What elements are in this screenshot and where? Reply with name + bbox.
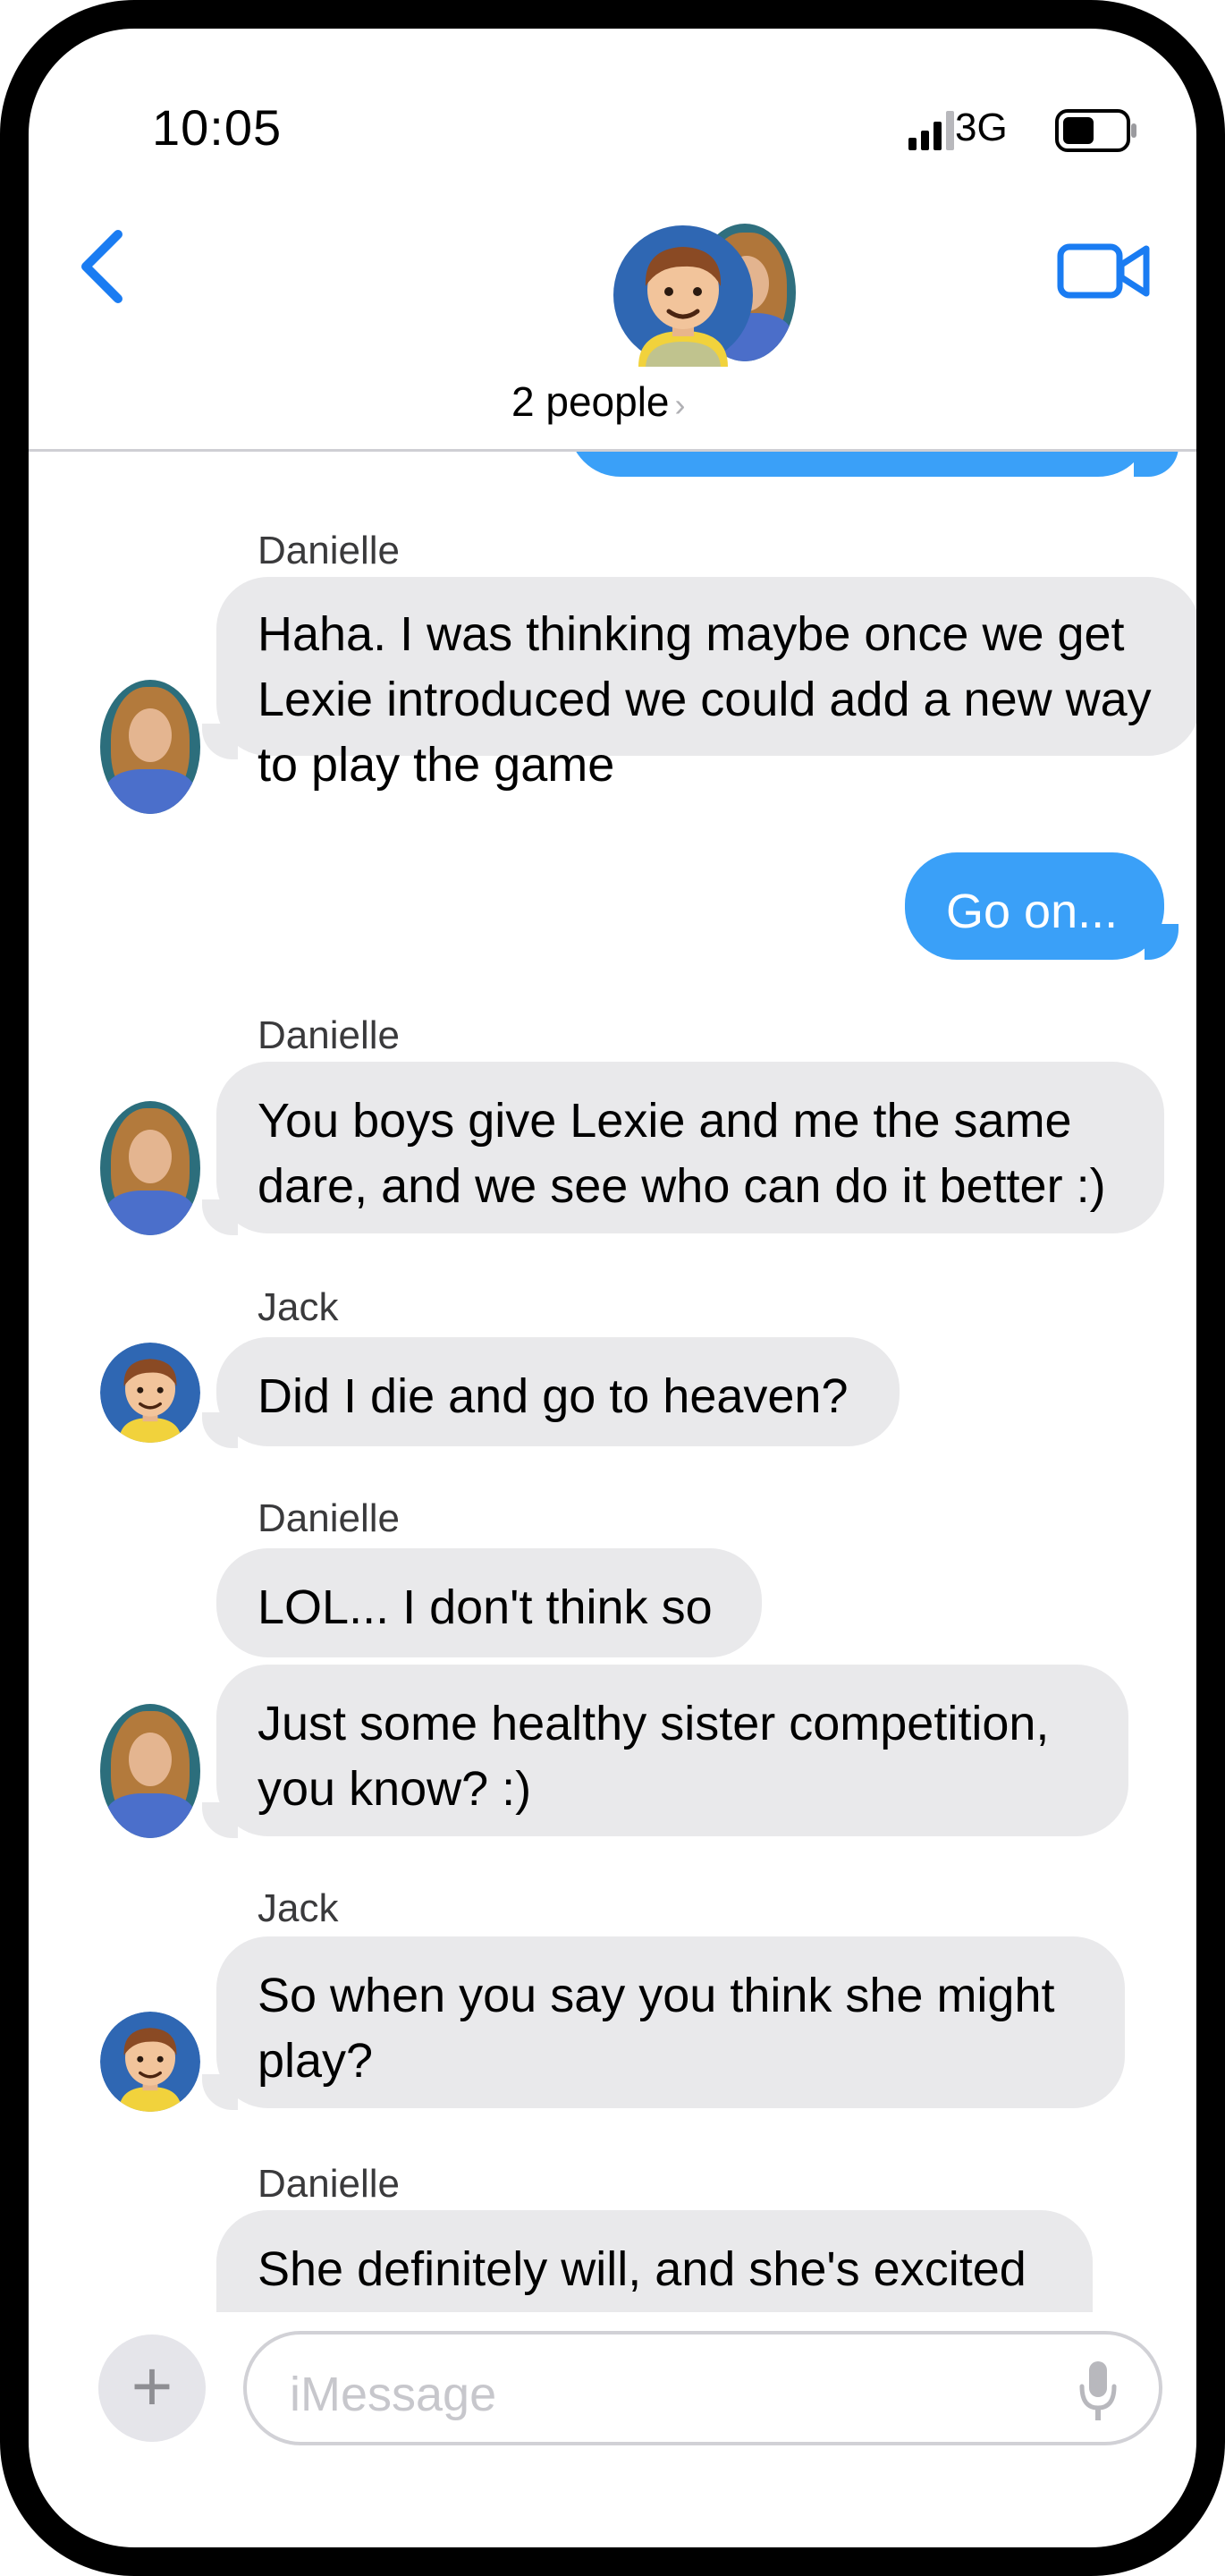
message-text: Go on... [946,885,1119,938]
message-text: She definitely will, and she's excited [258,2242,1026,2296]
avatar-jack[interactable] [100,2012,200,2112]
bubble-tail [202,2074,238,2110]
sender-name: Danielle [258,529,400,572]
sender-name: Jack [258,1285,339,1329]
sender-name: Danielle [258,1496,400,1540]
sender-name: Danielle [258,2162,400,2206]
imessage-input[interactable]: iMessage [243,2331,1162,2445]
group-avatars[interactable] [612,224,799,367]
bubble-tail [202,724,238,759]
microphone-icon[interactable] [1078,2360,1118,2424]
message-text: You boys give Lexie and me the same dare… [258,1094,1106,1213]
message-text: Just some healthy sister competition, yo… [258,1697,1050,1816]
incoming-message-bubble[interactable]: Just some healthy sister competition, yo… [216,1665,1128,1836]
input-placeholder: iMessage [290,2368,497,2421]
message-text: So when you say you think she might play… [258,1969,1055,2088]
phone-frame: 10:05 3G 2 people › Danielle Haha. I was… [0,0,1225,2576]
conversation-title[interactable]: 2 people › [511,377,815,426]
plus-icon: + [131,2346,173,2426]
incoming-message-bubble[interactable]: You boys give Lexie and me the same dare… [216,1062,1164,1233]
title-chevron-icon: › [674,386,686,423]
outgoing-message-bubble[interactable]: Go on... [905,852,1164,960]
avatar-danielle[interactable] [100,680,200,814]
bubble-tail [202,1199,238,1235]
video-call-icon[interactable] [1055,227,1153,308]
group-avatar-jack [613,225,753,367]
add-attachment-button[interactable]: + [98,2334,206,2442]
sender-name: Jack [258,1886,339,1930]
message-text: LOL... I don't think so [258,1580,713,1634]
battery-icon [1055,109,1136,152]
network-type: 3G [955,106,1008,149]
incoming-message-bubble[interactable]: So when you say you think she might play… [216,1936,1125,2108]
incoming-message-bubble[interactable]: LOL... I don't think so [216,1548,762,1657]
message-text: Haha. I was thinking maybe once we get L… [258,607,1152,792]
incoming-message-bubble[interactable]: She definitely will, and she's excited [216,2210,1093,2312]
back-chevron-icon[interactable] [68,222,139,311]
avatar-danielle[interactable] [100,1101,200,1235]
signal-icon [908,111,954,150]
bubble-tail [1145,924,1179,960]
incoming-message-bubble[interactable]: Did I die and go to heaven? [216,1337,900,1446]
conversation-title-text: 2 people [511,378,670,425]
bubble-tail [202,1802,238,1838]
outgoing-bubble-partial [569,452,1150,477]
sender-name: Danielle [258,1013,400,1057]
message-list[interactable]: Danielle Haha. I was thinking maybe once… [29,452,1196,2312]
status-time: 10:05 [152,99,283,156]
incoming-message-bubble[interactable]: Haha. I was thinking maybe once we get L… [216,577,1196,792]
bubble-tail [1134,452,1179,477]
bubble-tail [202,1412,238,1448]
avatar-danielle[interactable] [100,1704,200,1838]
avatar-jack[interactable] [100,1343,200,1443]
message-text: Did I die and go to heaven? [258,1369,849,1423]
